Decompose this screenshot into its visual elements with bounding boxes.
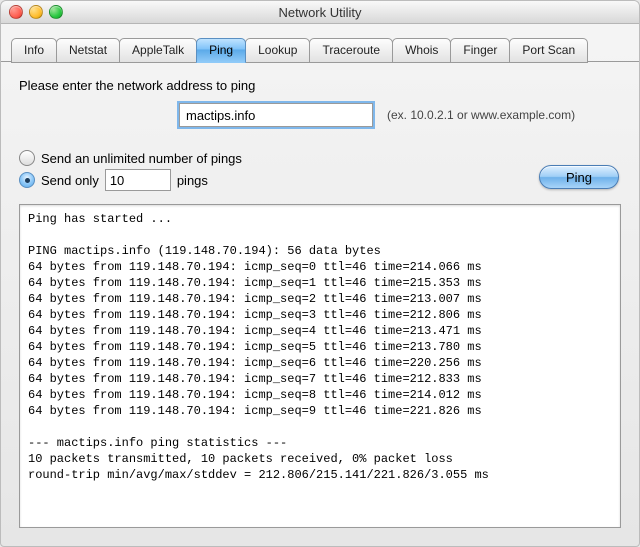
tab-info[interactable]: Info: [11, 38, 57, 63]
close-icon[interactable]: [9, 5, 23, 19]
ping-options-row: Send an unlimited number of pings Send o…: [19, 147, 621, 194]
address-row: (ex. 10.0.2.1 or www.example.com): [179, 103, 621, 127]
tab-appletalk[interactable]: AppleTalk: [119, 38, 197, 63]
radio-limited-suffix: pings: [177, 173, 208, 188]
ping-button-label: Ping: [566, 170, 592, 185]
tab-label: Info: [24, 43, 44, 57]
tab-finger[interactable]: Finger: [450, 38, 510, 63]
tab-label: Netstat: [69, 43, 107, 57]
output-panel[interactable]: Ping has started ... PING mactips.info (…: [19, 204, 621, 528]
ping-options: Send an unlimited number of pings Send o…: [19, 147, 242, 194]
tab-lookup[interactable]: Lookup: [245, 38, 310, 63]
ping-count-input[interactable]: [105, 169, 171, 191]
radio-limited-row[interactable]: Send only pings: [19, 169, 242, 191]
radio-unlimited-label: Send an unlimited number of pings: [41, 151, 242, 166]
tab-label: Whois: [405, 43, 438, 57]
radio-unlimited-row[interactable]: Send an unlimited number of pings: [19, 150, 242, 166]
minimize-icon[interactable]: [29, 5, 43, 19]
tab-label: Finger: [463, 43, 497, 57]
tab-whois[interactable]: Whois: [392, 38, 451, 63]
traffic-lights: [9, 5, 63, 19]
tab-netstat[interactable]: Netstat: [56, 38, 120, 63]
address-input[interactable]: [179, 103, 373, 127]
tab-port-scan[interactable]: Port Scan: [509, 38, 588, 63]
tab-label: Ping: [209, 43, 233, 57]
ping-button[interactable]: Ping: [539, 165, 619, 189]
window-title: Network Utility: [278, 5, 361, 20]
content-area: Please enter the network address to ping…: [1, 62, 639, 546]
tab-bar: Info Netstat AppleTalk Ping Lookup Traceroute…: [11, 38, 629, 62]
titlebar: Network Utility: [1, 1, 639, 24]
tab-traceroute[interactable]: Traceroute: [309, 38, 393, 63]
tab-label: AppleTalk: [132, 43, 184, 57]
radio-limited-prefix: Send only: [41, 173, 99, 188]
radio-limited[interactable]: [19, 172, 35, 188]
tab-label: Lookup: [258, 43, 297, 57]
address-example-hint: (ex. 10.0.2.1 or www.example.com): [387, 108, 575, 122]
output-text: Ping has started ... PING mactips.info (…: [28, 211, 612, 483]
tab-ping[interactable]: Ping: [196, 38, 246, 63]
radio-unlimited[interactable]: [19, 150, 35, 166]
network-utility-window: Network Utility Info Netstat AppleTalk Ping…: [0, 0, 640, 547]
tab-label: Port Scan: [522, 43, 575, 57]
tab-label: Traceroute: [322, 43, 380, 57]
address-prompt: Please enter the network address to ping: [19, 78, 621, 93]
zoom-icon[interactable]: [49, 5, 63, 19]
